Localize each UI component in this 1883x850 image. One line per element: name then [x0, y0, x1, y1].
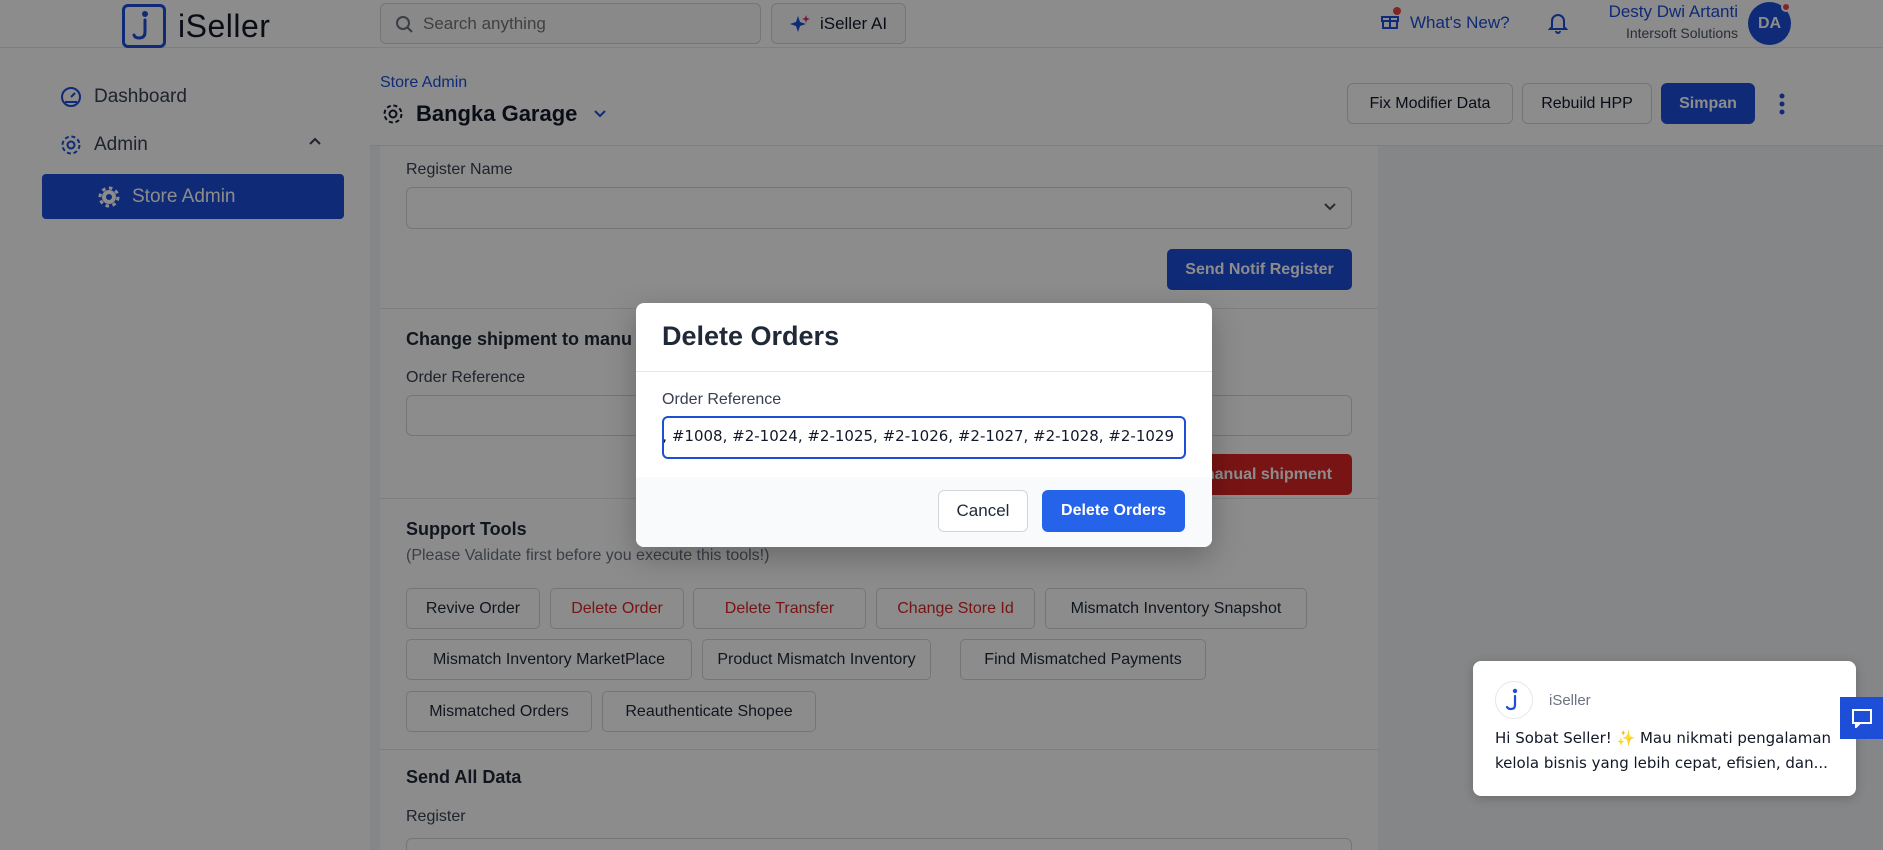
- delete-orders-button[interactable]: Delete Orders: [1042, 490, 1185, 532]
- order-reference-field[interactable]: [662, 416, 1186, 459]
- order-reference-input[interactable]: [664, 427, 1174, 445]
- chat-popup[interactable]: iSeller Hi Sobat Seller! ✨ Mau nikmati p…: [1473, 661, 1856, 796]
- chat-sender: iSeller: [1549, 691, 1591, 709]
- order-reference-label: Order Reference: [662, 391, 782, 408]
- iseller-logo-icon: [1495, 681, 1533, 719]
- cancel-button[interactable]: Cancel: [938, 490, 1028, 532]
- dialog-title: Delete Orders: [662, 321, 840, 351]
- dialog-divider: [636, 371, 1212, 372]
- chat-icon: [1851, 709, 1872, 728]
- chat-message: Hi Sobat Seller! ✨ Mau nikmati pengalama…: [1495, 729, 1832, 772]
- dialog-footer: Cancel Delete Orders: [636, 477, 1212, 547]
- chat-toggle[interactable]: [1840, 697, 1883, 739]
- delete-orders-dialog: Delete Orders Order Reference Cancel Del…: [636, 303, 1212, 547]
- chat-header: iSeller: [1495, 681, 1591, 719]
